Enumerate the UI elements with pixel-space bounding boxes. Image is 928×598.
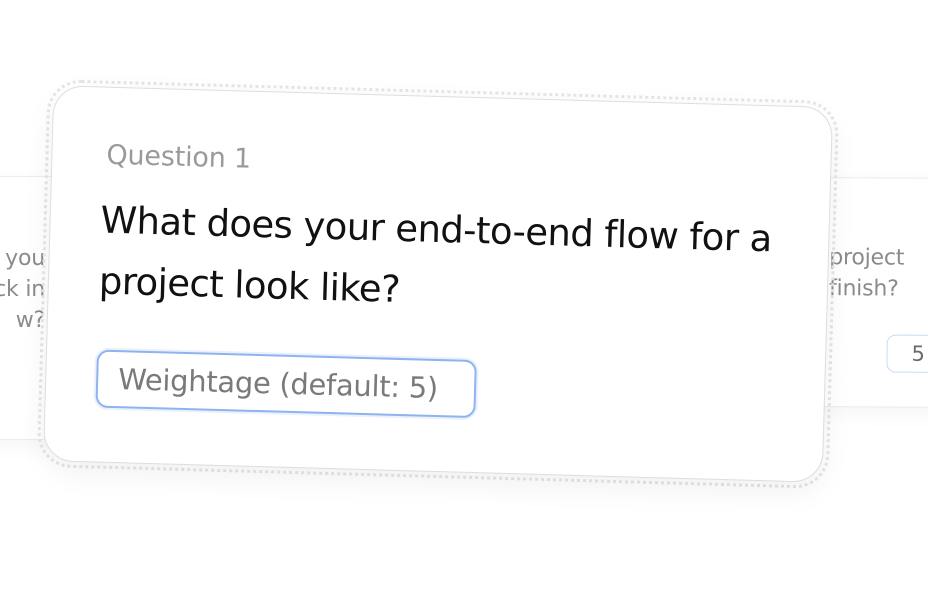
next-question-text: project finish? <box>828 245 905 302</box>
question-text: What does your end-to-end flow for a pro… <box>98 198 773 311</box>
question-card-wrapper: Question 1 What does your end-to-end flo… <box>36 79 840 489</box>
question-number-label: Question 1 <box>106 139 252 175</box>
stage: you ck in w? project finish? 5 Question … <box>0 0 928 598</box>
previous-question-text: you ck in w? <box>0 246 45 333</box>
next-weightage-input[interactable]: 5 <box>886 334 928 373</box>
weightage-input[interactable]: Weightage (default: 5) <box>95 349 477 419</box>
question-card: Question 1 What does your end-to-end flo… <box>42 85 834 483</box>
